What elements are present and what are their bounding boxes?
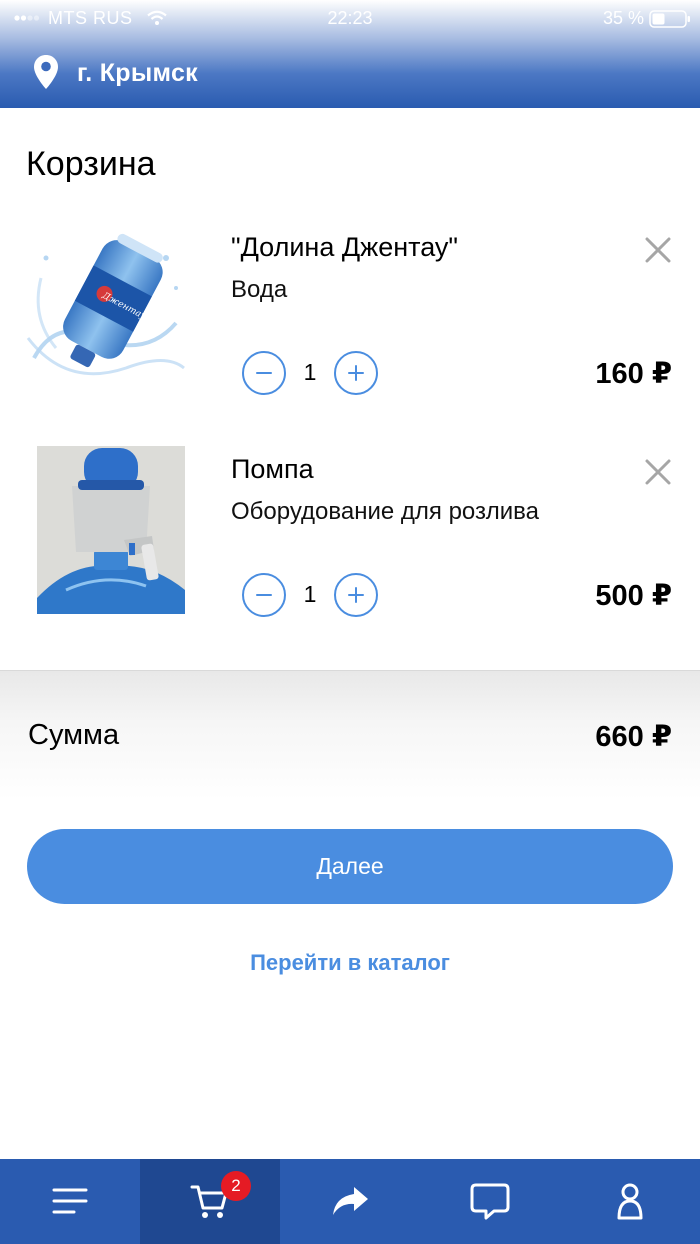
sum-total: 660 ₽: [595, 721, 672, 753]
page-title: Корзина: [26, 145, 156, 183]
location-pin-icon: [34, 55, 58, 89]
battery-icon: [649, 10, 690, 28]
cart-item: Джентау "Долина Джентау" Вода 1 160 ₽: [0, 218, 700, 408]
go-to-catalog-link[interactable]: Перейти в каталог: [0, 950, 700, 976]
quantity-value: 1: [303, 359, 317, 385]
battery-percent: 35 %: [602, 8, 644, 28]
sum-label: Сумма: [28, 719, 120, 751]
menu-icon: [52, 1188, 88, 1214]
city-name: г. Крымск: [77, 59, 198, 87]
water-bottle-image: Джентау: [26, 233, 185, 376]
decrease-quantity-button[interactable]: [242, 573, 286, 617]
chat-icon: [470, 1183, 510, 1220]
cart-summary: Сумма 660 ₽: [0, 670, 700, 800]
product-price: 500 ₽: [595, 580, 672, 612]
product-name: "Долина Джентау": [231, 232, 458, 262]
product-category: Вода: [231, 276, 288, 303]
remove-item-icon[interactable]: [644, 458, 672, 486]
tab-menu[interactable]: [0, 1159, 140, 1244]
next-button[interactable]: Далее: [27, 829, 673, 904]
location-selector[interactable]: г. Крымск: [0, 44, 700, 104]
decrease-quantity-button[interactable]: [242, 351, 286, 395]
status-bar: MTS RUS 22:23 35 %: [0, 0, 700, 38]
water-pump-image: [37, 446, 185, 614]
cart-badge: 2: [221, 1171, 251, 1201]
minus-icon: [256, 372, 272, 374]
plus-icon: [348, 365, 364, 381]
product-category: Оборудование для розлива: [231, 498, 539, 525]
bottom-tab-bar: 2: [0, 1159, 700, 1244]
increase-quantity-button[interactable]: [334, 573, 378, 617]
profile-icon: [617, 1183, 643, 1220]
remove-item-icon[interactable]: [644, 236, 672, 264]
product-name: Помпа: [231, 454, 314, 484]
tab-cart[interactable]: [140, 1159, 280, 1244]
product-price: 160 ₽: [595, 358, 672, 390]
tab-share[interactable]: [280, 1159, 420, 1244]
cart-item: Помпа Оборудование для розлива 1 500 ₽: [0, 440, 700, 630]
tab-chat[interactable]: [420, 1159, 560, 1244]
tab-profile[interactable]: [560, 1159, 700, 1244]
minus-icon: [256, 594, 272, 596]
share-icon: [333, 1187, 368, 1215]
plus-icon: [348, 587, 364, 603]
increase-quantity-button[interactable]: [334, 351, 378, 395]
status-time: 22:23: [327, 8, 373, 28]
app-header: MTS RUS 22:23 35 % г. Крымск: [0, 0, 700, 108]
quantity-value: 1: [303, 581, 317, 607]
